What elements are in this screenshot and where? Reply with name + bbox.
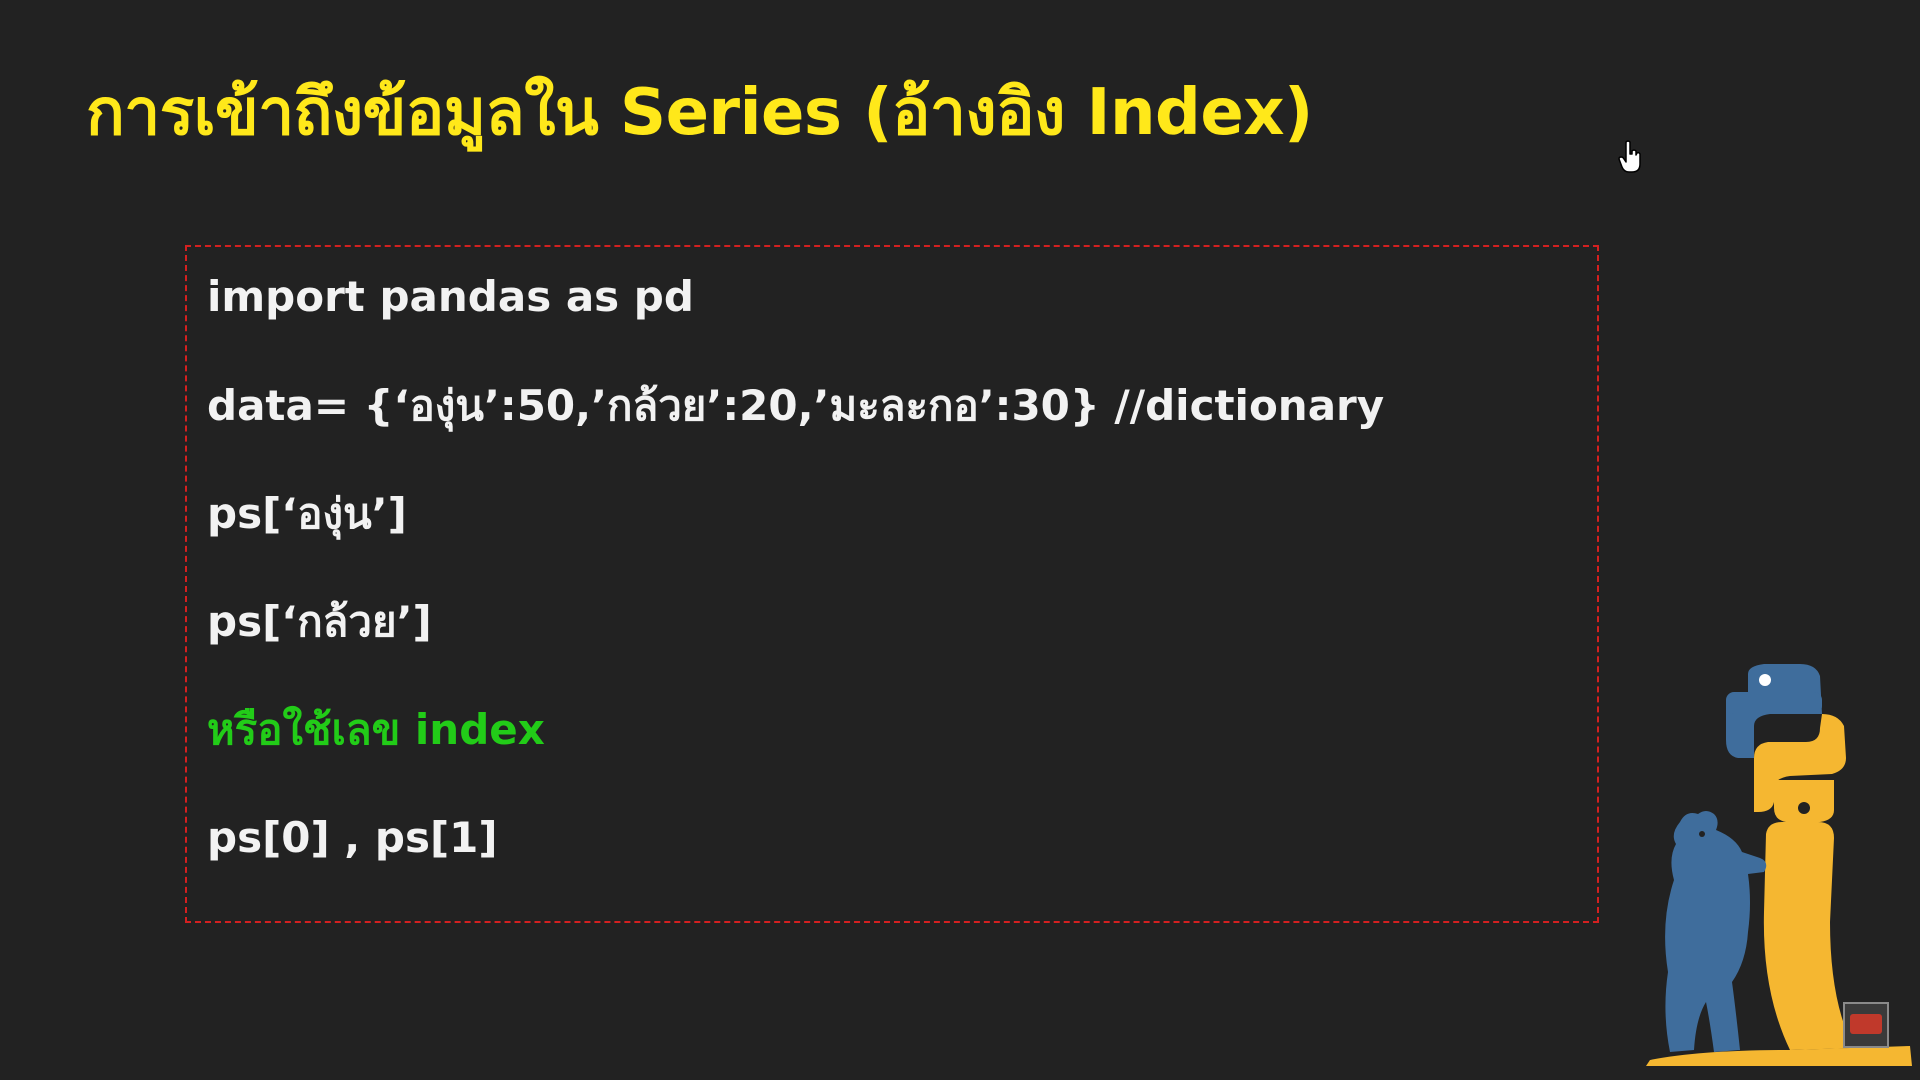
code-line-access-banana: ps[‘กล้วย’]: [207, 597, 432, 646]
code-line-import: import pandas as pd: [207, 272, 694, 321]
subscribe-badge-icon: [1843, 1002, 1889, 1048]
slide-title: การเข้าถึงข้อมูลใน Series (อ้างอิง Index…: [86, 76, 1313, 150]
hand-pointer-icon: [1618, 140, 1641, 173]
code-line-access-grape: ps[‘องุ่น’]: [207, 489, 407, 538]
code-line-data-dict: data= {‘องุ่น’:50,’กล้วย’:20,’มะละกอ’:30…: [207, 381, 1385, 430]
code-note-use-index: หรือใช้เลข index: [207, 705, 545, 754]
code-line-positional-access: ps[0] , ps[1]: [207, 813, 498, 862]
code-box: import pandas as pd data= {‘องุ่น’:50,’ก…: [185, 245, 1599, 923]
